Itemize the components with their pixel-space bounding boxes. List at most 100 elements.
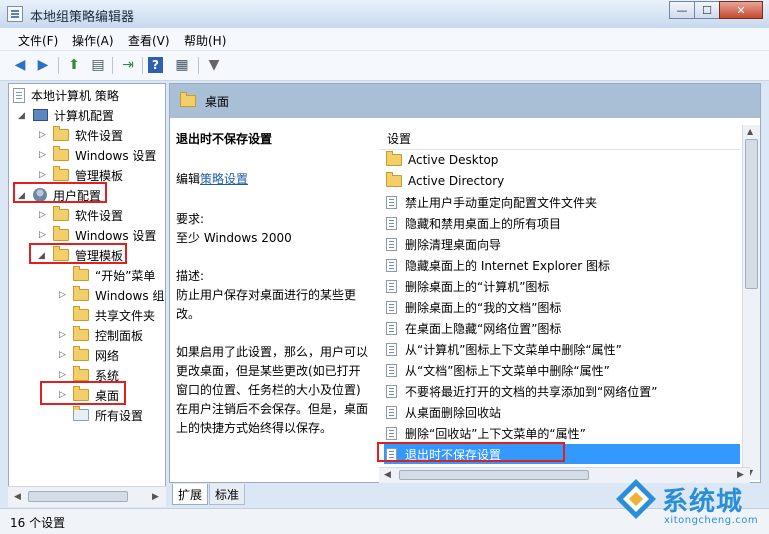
tree-pane: 本地计算机 策略 ◢ 计算机配置 ▷ 软件设置 ▷ Windows 设置 ▷ 管… xyxy=(8,83,166,507)
column-header-setting[interactable]: 设置 xyxy=(380,125,740,150)
collapsed-arrow-icon[interactable]: ▷ xyxy=(39,210,46,220)
tree-computer-windows-settings[interactable]: Windows 设置 xyxy=(53,145,156,165)
scroll-up-icon[interactable]: ▲ xyxy=(747,127,753,136)
help-icon[interactable]: ? xyxy=(148,57,163,73)
highlight-selected-setting xyxy=(377,442,565,462)
setting-icon xyxy=(386,279,397,293)
folder-icon xyxy=(53,146,69,161)
window-title: 本地组策略编辑器 xyxy=(30,10,135,25)
export-list-icon[interactable]: ⇥ xyxy=(118,56,138,74)
list-item[interactable]: 从“计算机”图标上下文菜单中删除“属性” xyxy=(384,339,740,359)
tree-computer-software-settings[interactable]: 软件设置 xyxy=(53,125,123,145)
setting-icon xyxy=(386,258,397,272)
edit-policy-link[interactable]: 策略设置 xyxy=(200,172,248,186)
setting-icon xyxy=(386,300,397,314)
list-item[interactable]: 删除桌面上的“计算机”图标 xyxy=(384,276,740,296)
collapsed-arrow-icon[interactable]: ▷ xyxy=(39,170,46,180)
minimize-button[interactable]: — xyxy=(669,1,695,19)
menu-view[interactable]: 查看(V) xyxy=(128,32,170,49)
requirements-value: 至少 Windows 2000 xyxy=(176,231,292,245)
list-item[interactable]: 不要将最近打开的文档的共享添加到“网络位置” xyxy=(384,381,740,401)
requirements-label: 要求: xyxy=(176,212,205,226)
watermark-logo-icon xyxy=(616,479,656,519)
scrollbar-thumb[interactable] xyxy=(745,139,758,289)
menu-action[interactable]: 操作(A) xyxy=(72,32,114,49)
list-item[interactable]: 从“文档”图标上下文菜单中删除“属性” xyxy=(384,360,740,380)
toolbar-divider xyxy=(198,57,199,74)
menu-help[interactable]: 帮助(H) xyxy=(184,32,226,49)
scrollbar-thumb[interactable] xyxy=(399,470,589,480)
details-header: 桌面 xyxy=(170,84,760,118)
tree-control-panel[interactable]: 控制面板 xyxy=(73,325,143,345)
tree-horizontal-scrollbar[interactable]: ◀ ▶ xyxy=(8,486,166,507)
collapsed-arrow-icon[interactable]: ▷ xyxy=(39,150,46,160)
list-item[interactable]: 在桌面上隐藏“网络位置”图标 xyxy=(384,318,740,338)
collapsed-arrow-icon[interactable]: ▷ xyxy=(59,290,66,300)
tree-user-windows-settings[interactable]: Windows 设置 xyxy=(53,225,156,245)
watermark: 系统城 xitongcheng.com xyxy=(610,475,768,533)
all-settings-icon xyxy=(73,406,89,421)
collapsed-arrow-icon[interactable]: ▷ xyxy=(59,350,66,360)
close-button[interactable]: ✕ xyxy=(719,1,763,19)
gpedit-window: 本地组策略编辑器 — ☐ ✕ 文件(F) 操作(A) 查看(V) 帮助(H) ◀… xyxy=(0,0,769,534)
collapsed-arrow-icon[interactable]: ▷ xyxy=(39,130,46,140)
tree-user-software-settings[interactable]: 软件设置 xyxy=(53,205,123,225)
tab-extended[interactable]: 扩展 xyxy=(172,484,209,505)
list-item[interactable]: 隐藏和禁用桌面上的所有项目 xyxy=(384,213,740,233)
up-folder-icon[interactable]: ⬆ xyxy=(64,56,84,74)
collapsed-arrow-icon[interactable]: ▷ xyxy=(59,370,66,380)
back-arrow-icon[interactable]: ◀ xyxy=(10,56,30,74)
list-item[interactable]: 删除清理桌面向导 xyxy=(384,234,740,254)
list-item[interactable]: 删除桌面上的“我的文档”图标 xyxy=(384,297,740,317)
setting-icon xyxy=(386,405,397,419)
folder-icon xyxy=(73,286,89,301)
list-vertical-scrollbar[interactable]: ▲ ▼ xyxy=(742,125,760,480)
tree-shared-folders[interactable]: 共享文件夹 xyxy=(73,305,155,325)
tree-network[interactable]: 网络 xyxy=(73,345,119,365)
tree-root[interactable]: 本地计算机 策略 xyxy=(13,85,119,105)
folder-icon xyxy=(386,172,402,187)
highlight-admin-templates xyxy=(29,243,127,264)
highlight-desktop xyxy=(40,381,126,405)
list-item[interactable]: 从桌面删除回收站 xyxy=(384,402,740,422)
settings-list: 设置 Active Desktop Active Directory 禁止用户手… xyxy=(380,118,760,482)
setting-icon xyxy=(386,426,397,440)
edit-line: 编辑策略设置 xyxy=(176,172,249,186)
setting-icon xyxy=(386,195,397,209)
properties-icon[interactable]: ▦ xyxy=(172,56,192,74)
scroll-right-icon[interactable]: ▶ xyxy=(152,492,159,502)
tree-all-settings[interactable]: 所有设置 xyxy=(73,405,143,425)
tree-computer-config[interactable]: 计算机配置 xyxy=(33,105,114,125)
scroll-left-icon[interactable]: ◀ xyxy=(384,470,391,480)
filter-icon[interactable]: ▼ xyxy=(204,56,224,74)
setting-icon xyxy=(386,384,397,398)
tree-start-menu[interactable]: “开始”菜单 xyxy=(73,265,155,285)
scrollbar-thumb[interactable] xyxy=(28,491,128,502)
list-item[interactable]: Active Directory xyxy=(384,171,740,191)
list-item[interactable]: 禁止用户手动重定向配置文件文件夹 xyxy=(384,192,740,212)
collapsed-arrow-icon[interactable]: ▷ xyxy=(59,330,66,340)
tree-windows-components[interactable]: Windows 组件 xyxy=(73,285,165,305)
policy-doc-icon xyxy=(13,87,25,103)
title-bar[interactable]: 本地组策略编辑器 — ☐ ✕ xyxy=(0,0,769,28)
expanded-arrow-icon[interactable]: ◢ xyxy=(18,111,25,121)
tab-standard[interactable]: 标准 xyxy=(209,484,246,505)
show-hide-tree-icon[interactable]: ▤ xyxy=(88,56,108,74)
maximize-button[interactable]: ☐ xyxy=(694,1,720,19)
folder-icon xyxy=(73,266,89,281)
list-item[interactable]: 隐藏桌面上的 Internet Explorer 图标 xyxy=(384,255,740,275)
folder-icon xyxy=(53,226,69,241)
highlight-user-config xyxy=(13,182,107,203)
setting-icon xyxy=(386,342,397,356)
list-item[interactable]: Active Desktop xyxy=(384,150,740,170)
forward-arrow-icon[interactable]: ▶ xyxy=(33,56,53,74)
description-detail: 如果启用了此设置，那么，用户可以更改桌面，但是某些更改(如已打开窗口的位置、任务… xyxy=(176,345,369,435)
menu-bar: 文件(F) 操作(A) 查看(V) 帮助(H) xyxy=(0,28,769,51)
watermark-url: xitongcheng.com xyxy=(664,515,759,526)
description-label: 描述: xyxy=(176,269,205,283)
setting-icon xyxy=(386,363,397,377)
scroll-left-icon[interactable]: ◀ xyxy=(14,492,21,502)
menu-file[interactable]: 文件(F) xyxy=(18,32,58,49)
collapsed-arrow-icon[interactable]: ▷ xyxy=(39,230,46,240)
list-item[interactable]: 删除“回收站”上下文菜单的“属性” xyxy=(384,423,740,443)
